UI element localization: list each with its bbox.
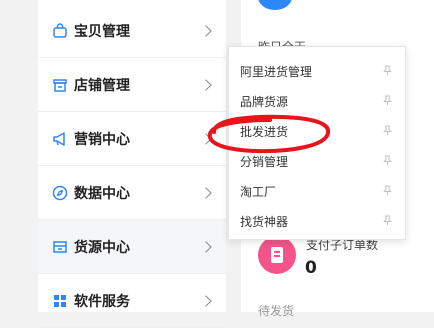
submenu-item-label: 阿里进货管理 bbox=[240, 64, 313, 79]
store-icon bbox=[52, 77, 68, 93]
pin-icon[interactable] bbox=[382, 155, 393, 166]
sidebar-item-label: 软件服务 bbox=[74, 293, 130, 310]
submenu-item-label: 淘工厂 bbox=[240, 184, 277, 199]
apps-icon bbox=[52, 293, 68, 309]
sidebar: 宝贝管理 店铺管理 营销中心 数据中心 货源中心 软件服务 bbox=[38, 0, 226, 328]
order-icon bbox=[258, 236, 296, 274]
pin-icon[interactable] bbox=[382, 215, 393, 226]
submenu-item-label: 分销管理 bbox=[240, 154, 289, 169]
sidebar-item-store-management[interactable]: 店铺管理 bbox=[38, 58, 226, 112]
submenu-item-label: 批发进货 bbox=[240, 124, 289, 139]
pin-icon[interactable] bbox=[382, 95, 393, 106]
sidebar-item-data-center[interactable]: 数据中心 bbox=[38, 166, 226, 220]
stat-value: 0 bbox=[305, 258, 317, 278]
compass-icon bbox=[52, 185, 68, 201]
sidebar-item-label: 店铺管理 bbox=[74, 77, 130, 94]
chevron-right-icon bbox=[200, 132, 212, 145]
sidebar-item-marketing-center[interactable]: 营销中心 bbox=[38, 112, 226, 166]
pending-shipment-label: 待发货 bbox=[258, 304, 295, 318]
bag-icon bbox=[52, 22, 68, 39]
sidebar-item-label: 货源中心 bbox=[74, 239, 130, 256]
chevron-right-icon bbox=[200, 240, 212, 253]
pin-icon[interactable] bbox=[382, 125, 393, 136]
submenu-item-ali-purchase-management[interactable]: 阿里进货管理 bbox=[229, 56, 405, 86]
chevron-right-icon bbox=[200, 24, 212, 37]
sidebar-item-label: 数据中心 bbox=[74, 185, 130, 202]
submenu-item-brand-sourcing[interactable]: 品牌货源 bbox=[229, 86, 405, 116]
sidebar-item-label: 宝贝管理 bbox=[74, 23, 130, 40]
chevron-right-icon bbox=[200, 294, 212, 307]
submenu-item-product-finder[interactable]: 找货神器 bbox=[229, 206, 405, 236]
submenu-item-label: 品牌货源 bbox=[240, 94, 289, 109]
sidebar-item-label: 营销中心 bbox=[74, 131, 130, 148]
submenu-item-distribution-management[interactable]: 分销管理 bbox=[229, 146, 405, 176]
box-icon bbox=[52, 239, 68, 255]
sidebar-item-product-management[interactable]: 宝贝管理 bbox=[38, 4, 226, 58]
submenu-item-tao-factory[interactable]: 淘工厂 bbox=[229, 176, 405, 206]
chevron-right-icon bbox=[200, 78, 212, 91]
pin-icon[interactable] bbox=[382, 185, 393, 196]
sidebar-item-sourcing-center[interactable]: 货源中心 bbox=[38, 220, 226, 274]
sourcing-submenu: 阿里进货管理 品牌货源 批发进货 分销管理 淘工厂 找货神器 bbox=[228, 46, 406, 240]
sidebar-item-software-services[interactable]: 软件服务 bbox=[38, 274, 226, 328]
submenu-item-label: 找货神器 bbox=[240, 214, 289, 229]
pin-icon[interactable] bbox=[382, 65, 393, 76]
megaphone-icon bbox=[52, 131, 68, 147]
submenu-item-wholesale-purchase[interactable]: 批发进货 bbox=[229, 116, 405, 146]
chevron-right-icon bbox=[200, 186, 212, 199]
